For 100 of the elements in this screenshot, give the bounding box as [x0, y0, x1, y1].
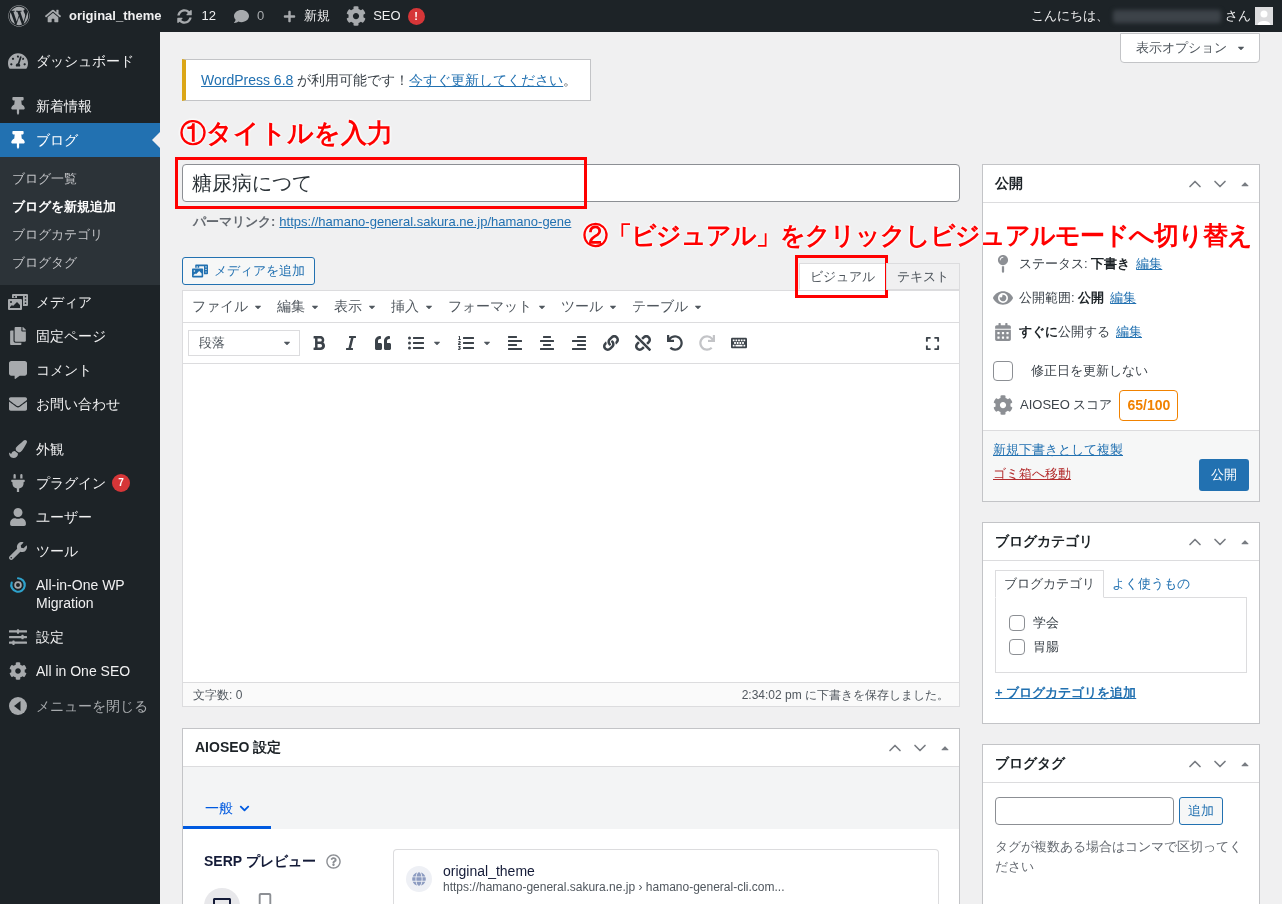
- menu-item[interactable]: 外観: [0, 432, 160, 466]
- notice-link[interactable]: 今すぐ更新してください: [409, 71, 564, 88]
- greeting-suffix-text[interactable]: さん: [1225, 6, 1251, 26]
- fullscreen-icon[interactable]: [925, 335, 940, 351]
- new-content-link[interactable]: 新規: [283, 6, 331, 26]
- menu-item[interactable]: All-in-One WP Migration: [0, 568, 160, 620]
- panel-title: AIOSEO 設定: [195, 738, 283, 757]
- home-icon: [45, 8, 61, 24]
- menu-button[interactable]: ファイル: [192, 296, 262, 317]
- speech-bubble-icon: [8, 361, 28, 379]
- duplicate-draft-link[interactable]: 新規下書きとして複製: [993, 438, 1123, 462]
- submenu-item[interactable]: ブログ一覧: [0, 165, 160, 193]
- tag-input[interactable]: [995, 797, 1174, 825]
- add-media-button[interactable]: メディアを追加: [182, 257, 315, 285]
- submenu-item[interactable]: ブログカテゴリ: [0, 221, 160, 249]
- mobile-view-icon[interactable]: [258, 893, 272, 904]
- menu-item[interactable]: ブログ: [0, 123, 160, 157]
- wordpress-logo-icon[interactable]: [8, 5, 30, 27]
- updates-link[interactable]: 12: [177, 6, 216, 26]
- menu-item[interactable]: ツール: [0, 534, 160, 568]
- panel-title: ブログカテゴリ: [995, 532, 1094, 551]
- bulleted-list-icon[interactable]: [407, 335, 424, 351]
- publish-button[interactable]: 公開: [1199, 459, 1249, 491]
- menu-button[interactable]: ツール: [561, 296, 617, 317]
- edit-link[interactable]: 編集: [1136, 254, 1163, 274]
- italic-icon[interactable]: [343, 335, 359, 351]
- category-label: 学会: [1033, 614, 1059, 633]
- dashboard-gauge-icon: [8, 52, 28, 70]
- user-icon: [8, 508, 28, 526]
- menu-item[interactable]: コメント: [0, 353, 160, 387]
- align-center-icon[interactable]: [539, 335, 555, 351]
- checkbox[interactable]: [1009, 639, 1025, 655]
- help-icon[interactable]: [325, 854, 341, 869]
- add-tag-button[interactable]: 追加: [1179, 797, 1223, 825]
- format-select[interactable]: 段落: [188, 330, 300, 356]
- wrench-icon: [8, 542, 28, 560]
- menu-item[interactable]: ダッシュボード: [0, 44, 160, 78]
- desktop-view-icon[interactable]: [204, 888, 240, 904]
- undo-icon[interactable]: [667, 335, 683, 351]
- menu-item[interactable]: 設定: [0, 620, 160, 654]
- menu-button[interactable]: 挿入: [391, 296, 433, 317]
- publish-setting-text: ステータス: 下書き: [1019, 255, 1131, 274]
- word-count-text: 文字数: 0: [193, 686, 243, 704]
- menu-item[interactable]: 新着情報: [0, 89, 160, 123]
- permalink-label: パーマリンク:: [193, 213, 276, 231]
- menu-item[interactable]: All in One SEO: [0, 654, 160, 688]
- checkbox[interactable]: [1009, 615, 1025, 631]
- collapse-menu-button[interactable]: メニューを閉じる: [0, 688, 160, 724]
- menu-item[interactable]: ユーザー: [0, 500, 160, 534]
- notice-link[interactable]: WordPress 6.8: [201, 71, 294, 88]
- score-value: 65/100: [1119, 389, 1179, 421]
- edit-link[interactable]: 編集: [1110, 288, 1137, 308]
- update-notice-text: WordPress 6.8 が利用可能です！今すぐ更新してください。: [201, 70, 578, 90]
- seo-menu-link[interactable]: SEO !: [346, 6, 425, 26]
- blockquote-icon[interactable]: [375, 335, 391, 351]
- annotation-label: ①タイトルを入力: [180, 117, 393, 149]
- site-name-link[interactable]: original_theme: [45, 6, 162, 26]
- panel-title: 公開: [995, 174, 1024, 193]
- submenu-item[interactable]: ブログタグ: [0, 249, 160, 277]
- title-input[interactable]: 糖尿病につて: [182, 164, 960, 202]
- checkbox[interactable]: [993, 361, 1013, 381]
- category-tab[interactable]: ブログカテゴリ: [995, 570, 1104, 598]
- menu-item[interactable]: 固定ページ: [0, 319, 160, 353]
- plus-icon: [283, 9, 297, 23]
- add-category-link[interactable]: + ブログカテゴリを追加: [995, 683, 1247, 703]
- menu-button[interactable]: テーブル: [632, 296, 702, 317]
- pushpin-icon: [8, 131, 28, 149]
- permalink-url-link[interactable]: https://hamano-general.sakura.ne.jp/hamano-gene: [279, 213, 572, 231]
- keyboard-icon[interactable]: [731, 335, 747, 351]
- refresh-icon: [177, 8, 193, 24]
- gear-icon: [993, 395, 1013, 415]
- greeting-text[interactable]: こんにちは、: [1031, 6, 1109, 26]
- comments-link[interactable]: 0: [233, 6, 265, 26]
- menu-item[interactable]: プラグイン 7: [0, 466, 160, 500]
- menu-button[interactable]: 編集: [277, 296, 319, 317]
- settings-tab[interactable]: 一般: [183, 791, 271, 829]
- submenu-item[interactable]: ブログを新規追加: [0, 193, 160, 221]
- panel-title: ブログタグ: [995, 754, 1067, 773]
- globe-icon: [406, 865, 432, 892]
- score-label: AIOSEO スコア: [1020, 396, 1113, 415]
- checkbox-label: 修正日を更新しない: [1031, 362, 1148, 381]
- category-tab[interactable]: よく使うもの: [1104, 570, 1198, 598]
- chevron-down-icon: [238, 803, 250, 814]
- autosave-status-text: 2:34:02 pm に下書きを保存しました。: [741, 686, 949, 704]
- screen-options-button[interactable]: 表示オプション: [1120, 33, 1260, 63]
- menu-button[interactable]: 表示: [334, 296, 376, 317]
- pushpin-icon: [8, 97, 28, 115]
- align-left-icon[interactable]: [507, 335, 523, 351]
- trash-link[interactable]: ゴミ箱へ移動: [993, 462, 1123, 486]
- align-right-icon[interactable]: [571, 335, 587, 351]
- menu-item[interactable]: お問い合わせ: [0, 387, 160, 421]
- bold-icon[interactable]: [311, 335, 327, 351]
- menu-button[interactable]: フォーマット: [448, 296, 546, 317]
- numbered-list-icon[interactable]: [457, 335, 474, 351]
- editor-tab[interactable]: ビジュアル: [799, 263, 886, 290]
- link-icon[interactable]: [603, 335, 619, 351]
- editor-tab[interactable]: テキスト: [886, 263, 960, 290]
- menu-item[interactable]: メディア: [0, 285, 160, 319]
- unlink-icon[interactable]: [635, 335, 651, 351]
- edit-link[interactable]: 編集: [1116, 322, 1142, 342]
